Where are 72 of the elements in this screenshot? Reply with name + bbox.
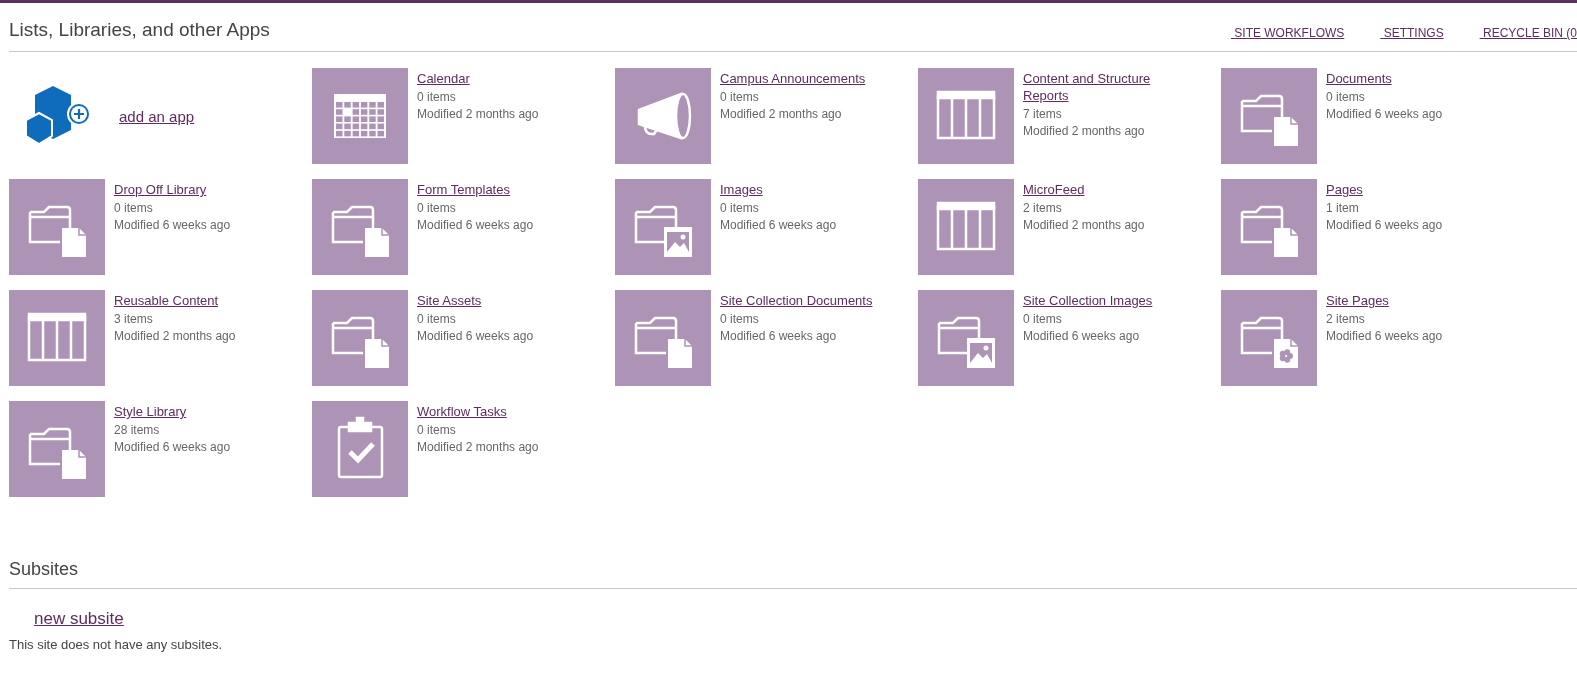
item-count: 2 items <box>1023 200 1063 217</box>
app-title-link[interactable]: Pages <box>1326 181 1501 198</box>
folder-picture-icon[interactable] <box>615 179 711 275</box>
modified-date: Modified 6 weeks ago <box>720 217 838 234</box>
item-count: 0 items <box>1023 311 1063 328</box>
app-title-link[interactable]: Images <box>720 181 895 198</box>
app-title-link[interactable]: Drop Off Library <box>114 181 289 198</box>
item-count: 0 items <box>417 200 457 217</box>
item-count: 0 items <box>720 311 760 328</box>
item-count: 1 item <box>1326 200 1360 217</box>
item-count: 3 items <box>114 311 154 328</box>
modified-date: Modified 6 weeks ago <box>114 217 232 234</box>
app-title-link[interactable]: Form Templates <box>417 181 592 198</box>
app-title-link[interactable]: Reusable Content <box>114 292 289 309</box>
modified-date: Modified 2 months ago <box>1023 123 1146 140</box>
item-count: 0 items <box>720 89 760 106</box>
header-link[interactable]: SITE WORKFLOWS <box>1230 26 1345 40</box>
folder-document-icon[interactable] <box>615 290 711 386</box>
modified-date: Modified 2 months ago <box>417 439 540 456</box>
modified-date: Modified 6 weeks ago <box>1023 328 1141 345</box>
folder-document-icon[interactable] <box>1221 179 1317 275</box>
modified-date: Modified 6 weeks ago <box>1326 106 1444 123</box>
header-link[interactable]: RECYCLE BIN (0 <box>1479 26 1577 40</box>
item-count: 0 items <box>1326 89 1366 106</box>
app-title-link[interactable]: Style Library <box>114 403 289 420</box>
add-app-link[interactable]: add an app <box>119 107 195 125</box>
megaphone-icon[interactable] <box>615 68 711 164</box>
item-count: 0 items <box>417 422 457 439</box>
modified-date: Modified 2 months ago <box>1023 217 1146 234</box>
app-title-link[interactable]: Content and Structure Reports <box>1023 70 1198 104</box>
section-title: Subsites <box>9 559 80 580</box>
modified-date: Modified 2 months ago <box>417 106 540 123</box>
modified-date: Modified 6 weeks ago <box>417 217 535 234</box>
folder-document-icon[interactable] <box>9 401 105 497</box>
header-link[interactable]: SETTINGS <box>1380 26 1444 40</box>
app-title-link[interactable]: Workflow Tasks <box>417 403 592 420</box>
app-title-link[interactable]: Site Pages <box>1326 292 1501 309</box>
table-icon[interactable] <box>9 290 105 386</box>
item-count: 0 items <box>720 200 760 217</box>
clipboard-check-icon[interactable] <box>312 401 408 497</box>
folder-document-icon[interactable] <box>1221 290 1317 386</box>
item-count: 28 items <box>114 422 161 439</box>
app-title-link[interactable]: Campus Announcements <box>720 70 895 87</box>
modified-date: Modified 6 weeks ago <box>1326 328 1444 345</box>
table-icon[interactable] <box>918 68 1014 164</box>
app-title-link[interactable]: Site Collection Images <box>1023 292 1198 309</box>
folder-document-icon[interactable] <box>1221 68 1317 164</box>
empty-message: This site does not have any subsites. <box>9 637 224 652</box>
modified-date: Modified 6 weeks ago <box>720 328 838 345</box>
app-title-link[interactable]: Site Collection Documents <box>720 292 895 309</box>
folder-document-icon[interactable] <box>312 179 408 275</box>
modified-date: Modified 6 weeks ago <box>417 328 535 345</box>
item-count: 0 items <box>114 200 154 217</box>
folder-document-icon[interactable] <box>312 290 408 386</box>
new-subsite-link[interactable]: new subsite <box>34 609 124 629</box>
modified-date: Modified 6 weeks ago <box>114 439 232 456</box>
app-title-link[interactable]: Documents <box>1326 70 1501 87</box>
item-count: 0 items <box>417 311 457 328</box>
item-count: 0 items <box>417 89 457 106</box>
table-icon[interactable] <box>918 179 1014 275</box>
modified-date: Modified 6 weeks ago <box>1326 217 1444 234</box>
app-title-link[interactable]: Site Assets <box>417 292 592 309</box>
folder-picture-icon[interactable] <box>918 290 1014 386</box>
modified-date: Modified 2 months ago <box>114 328 237 345</box>
item-count: 7 items <box>1023 106 1063 123</box>
section-title: Lists, Libraries, and other Apps <box>9 19 270 41</box>
app-title-link[interactable]: Calendar <box>417 70 592 87</box>
item-count: 2 items <box>1326 311 1366 328</box>
folder-document-icon[interactable] <box>9 179 105 275</box>
app-title-link[interactable]: MicroFeed <box>1023 181 1198 198</box>
modified-date: Modified 2 months ago <box>720 106 843 123</box>
calendar-icon[interactable] <box>312 68 408 164</box>
